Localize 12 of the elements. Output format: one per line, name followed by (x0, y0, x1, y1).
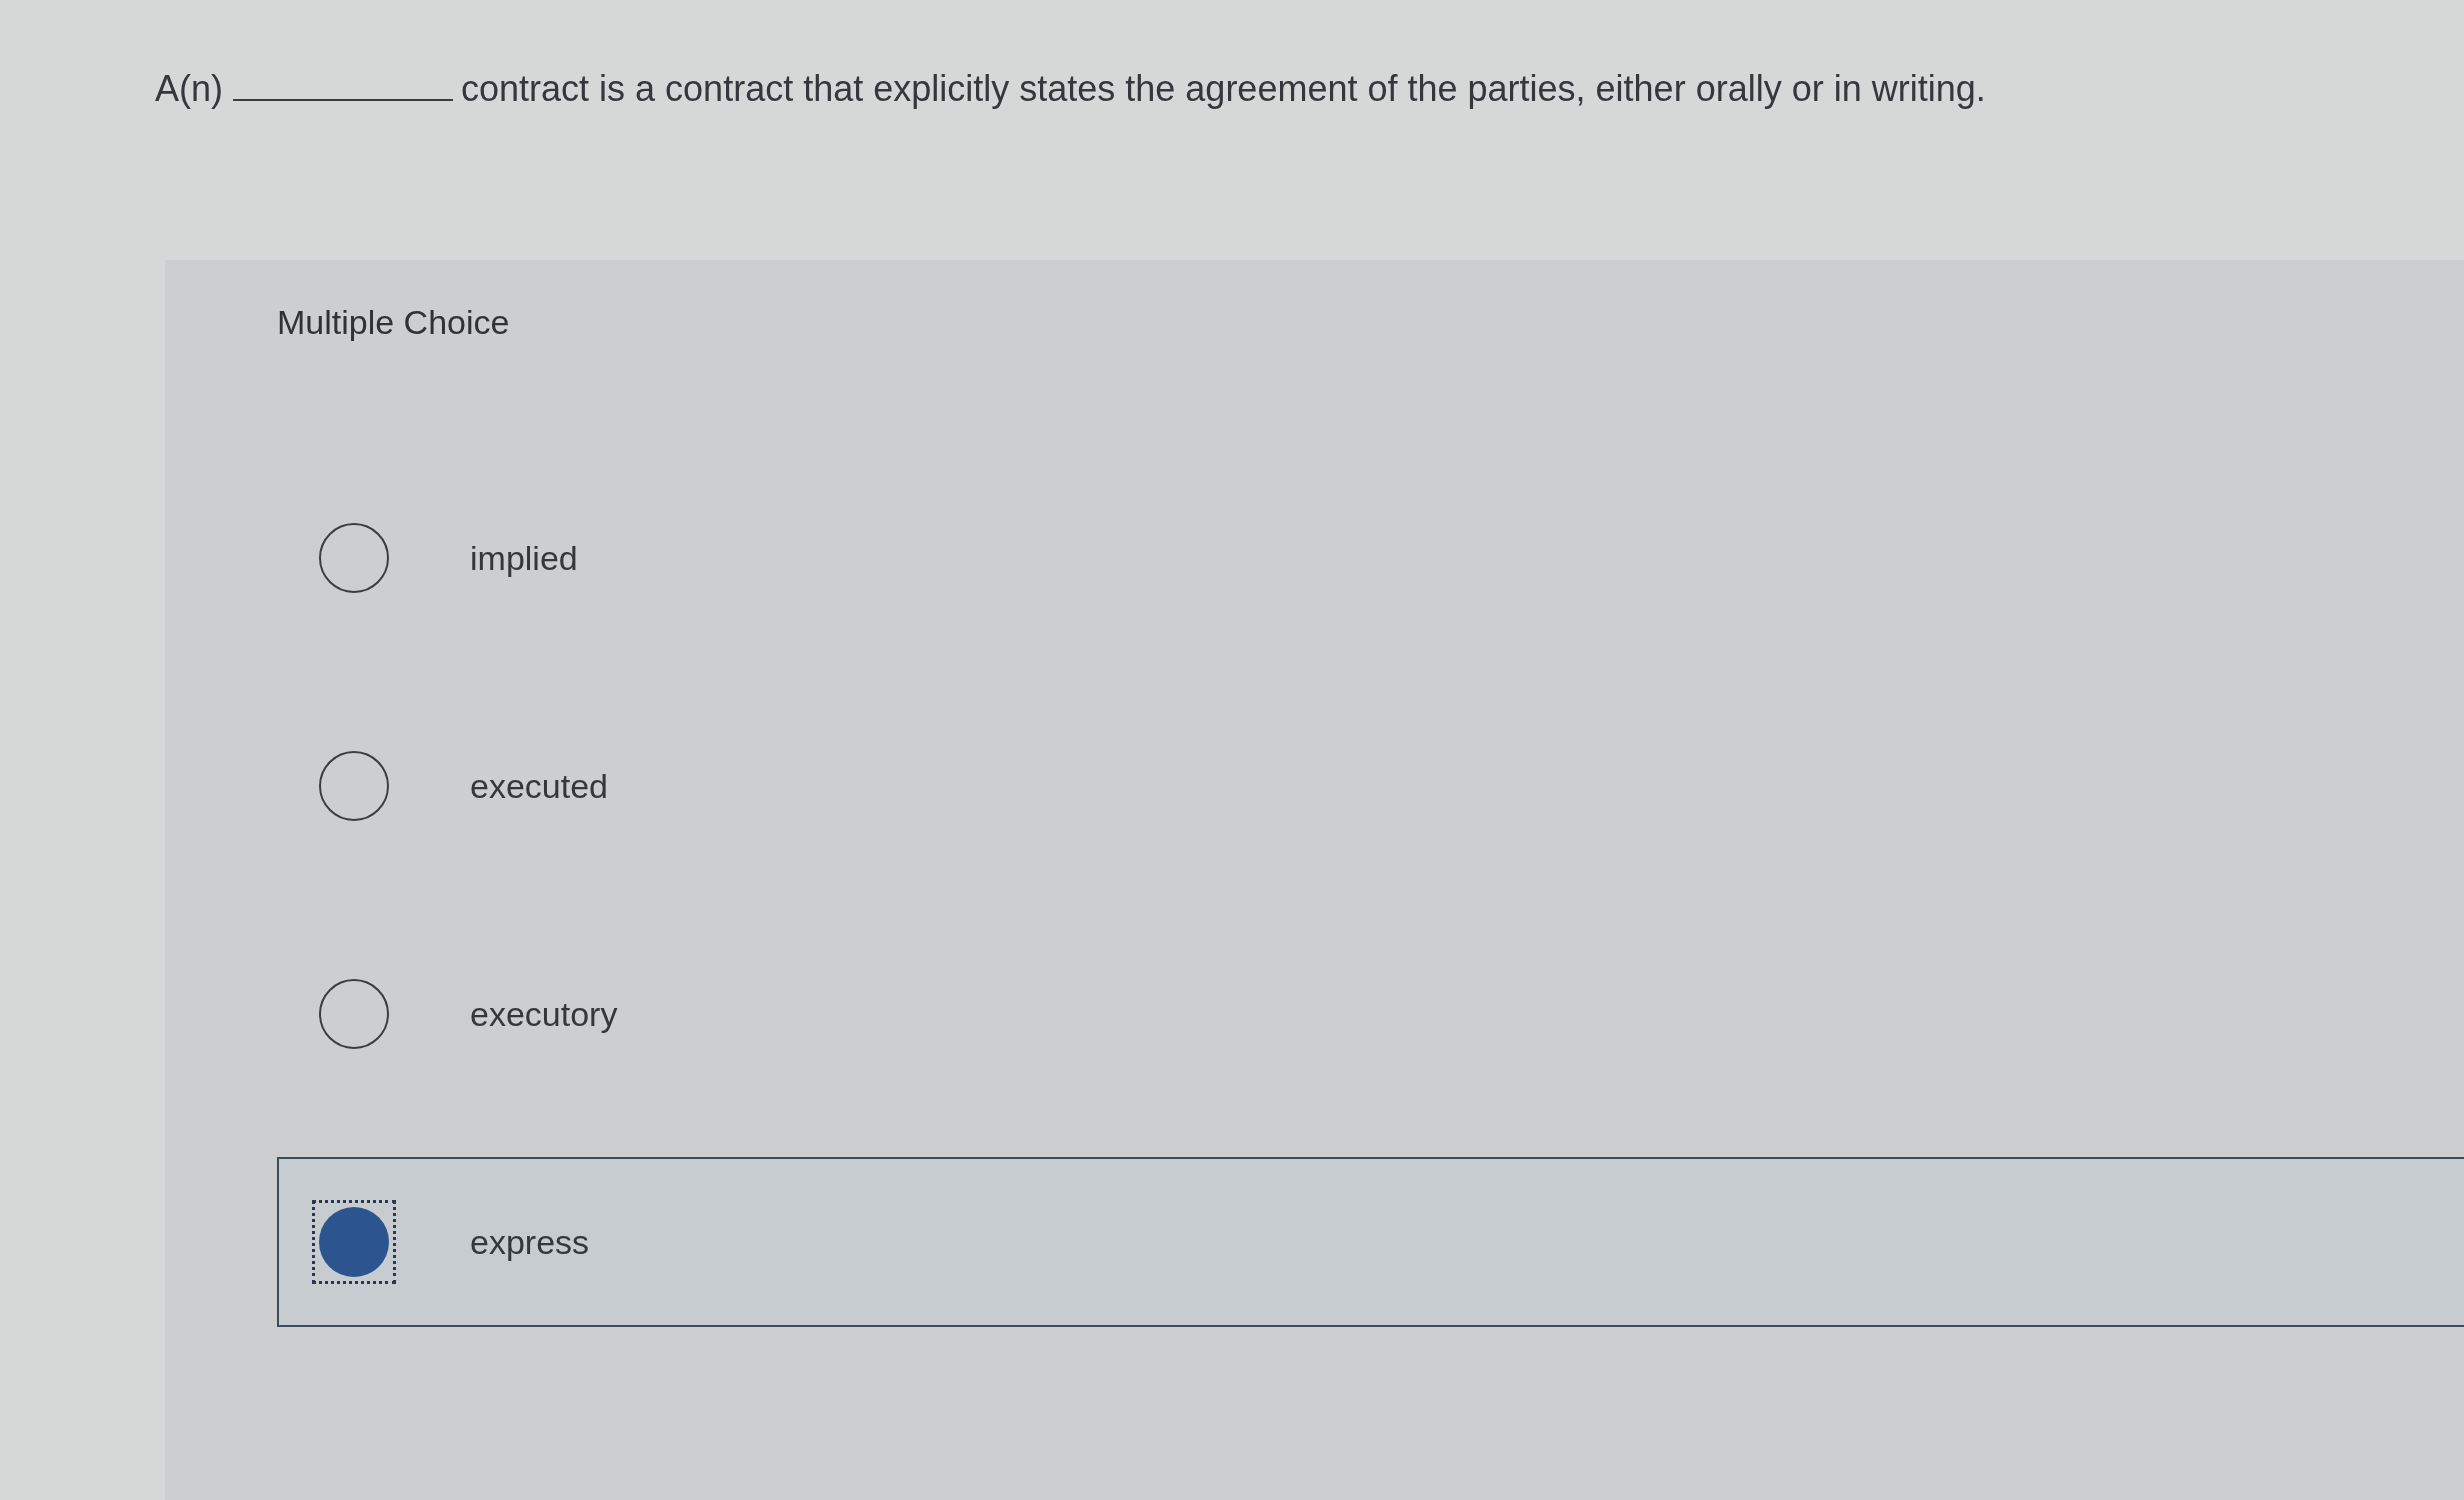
option-label: executory (470, 994, 618, 1035)
option-label: executed (470, 766, 608, 807)
radio-button[interactable] (312, 1200, 396, 1284)
option-label: express (470, 1222, 590, 1263)
option-label: implied (470, 538, 578, 579)
question-prefix: A(n) (155, 67, 223, 111)
question-text: contract is a contract that explicitly states the agreement of the parties, either orally or in writing. (461, 67, 1986, 111)
radio-button[interactable] (319, 979, 389, 1049)
radio-button[interactable] (319, 751, 389, 821)
selected-option-row[interactable]: express (277, 1157, 2464, 1327)
radio-button[interactable] (319, 523, 389, 593)
question-type-label: Multiple Choice (277, 302, 510, 343)
